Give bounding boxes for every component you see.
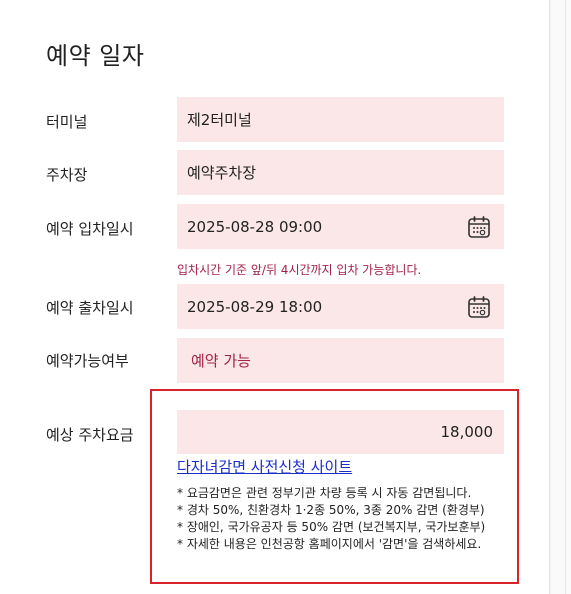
availability-value: 예약 가능: [191, 352, 251, 370]
parking-lot-field[interactable]: 예약주차장: [177, 150, 504, 195]
reservation-panel: 예약 일자 터미널 제2터미널 주차장 예약주차장 예약 입차일시 2025-0…: [0, 0, 550, 594]
entry-datetime-field[interactable]: 2025-08-28 09:00: [177, 204, 504, 249]
scroll-edge: [551, 0, 571, 594]
availability-label: 예약가능여부: [46, 352, 129, 370]
exit-datetime-field[interactable]: 2025-08-29 18:00: [177, 284, 504, 329]
section-title: 예약 일자: [46, 42, 145, 70]
entry-datetime-label: 예약 입차일시: [46, 220, 134, 238]
availability-field: 예약 가능: [177, 338, 504, 383]
fee-label: 예상 주차요금: [46, 426, 134, 444]
entry-datetime-value: 2025-08-28 09:00: [187, 217, 323, 236]
calendar-icon[interactable]: [464, 204, 494, 249]
highlight-box: [150, 389, 519, 584]
parking-lot-label: 주차장: [46, 166, 88, 184]
terminal-label: 터미널: [46, 113, 88, 131]
exit-datetime-label: 예약 출차일시: [46, 299, 134, 317]
exit-datetime-value: 2025-08-29 18:00: [187, 297, 323, 316]
terminal-field[interactable]: 제2터미널: [177, 97, 504, 142]
calendar-icon[interactable]: [464, 284, 494, 329]
parking-lot-value: 예약주차장: [187, 164, 257, 182]
terminal-value: 제2터미널: [187, 111, 252, 129]
entry-hint: 입차시간 기준 앞/뒤 4시간까지 입차 가능합니다.: [177, 263, 422, 277]
